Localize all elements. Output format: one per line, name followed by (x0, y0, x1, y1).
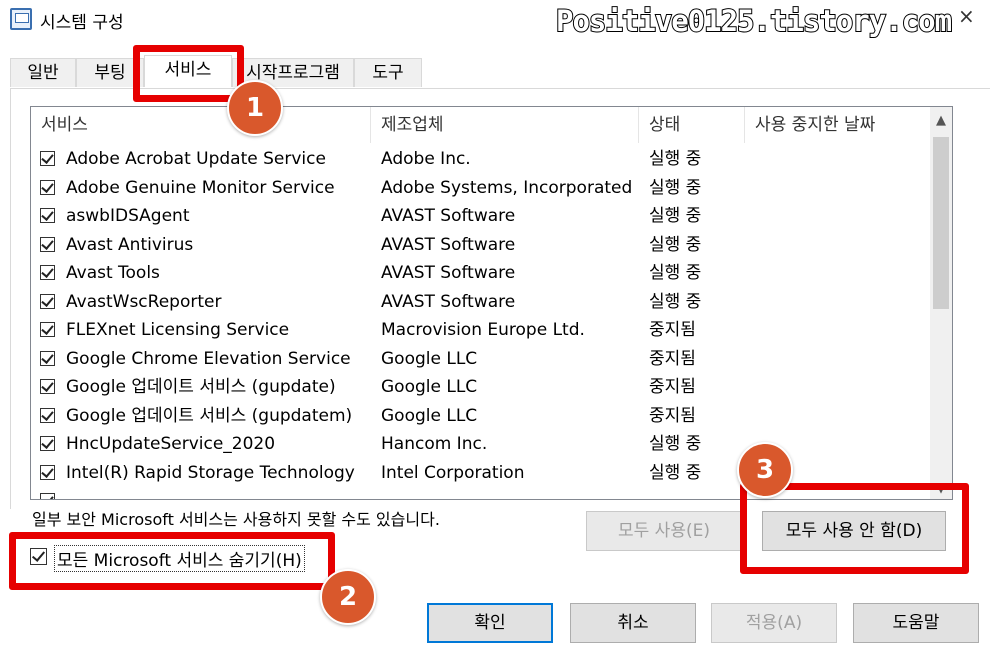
table-row[interactable]: Google 업데이트 서비스 (gupdate) Google LLC 중지됨 (31, 373, 921, 401)
window-title: 시스템 구성 (40, 13, 124, 33)
service-name: Intel(R) Rapid Storage Technology (66, 462, 355, 483)
table-row[interactable]: Google 업데이트 서비스 (gupdatem) Google LLC 중지… (31, 402, 921, 430)
table-row[interactable]: Avast Tools AVAST Software 실행 중 (31, 259, 921, 287)
column-header-service[interactable]: 서비스 (31, 107, 371, 143)
cancel-button[interactable]: 취소 (570, 603, 696, 643)
system-config-icon (10, 8, 32, 30)
service-maker: Google LLC (381, 348, 478, 369)
services-list: 서비스 제조업체 상태 사용 중지한 날짜 Adobe Acrobat Upda… (30, 106, 953, 500)
tab-tools[interactable]: 도구 (354, 58, 422, 87)
help-button[interactable]: 도움말 (853, 603, 979, 643)
service-checkbox[interactable] (40, 322, 55, 337)
service-checkbox[interactable] (40, 350, 55, 366)
service-maker: AVAST Software (381, 234, 516, 255)
service-maker: Intel Corporation (381, 462, 525, 483)
service-maker: Google LLC (381, 377, 478, 397)
service-checkbox[interactable] (40, 379, 55, 394)
service-name: Google 업데이트 서비스 (gupdatem) (66, 405, 353, 426)
service-checkbox[interactable] (40, 179, 55, 195)
table-row[interactable]: Google Chrome Elevation Service Google L… (31, 345, 921, 373)
column-header-maker[interactable]: 제조업체 (371, 107, 639, 143)
service-status: 실행 중 (649, 434, 702, 454)
service-status: 실행 중 (649, 206, 702, 226)
service-maker: Hancom Inc. (381, 434, 488, 454)
vertical-scrollbar[interactable]: ▲ ▼ (930, 107, 952, 499)
ok-button[interactable]: 확인 (427, 603, 553, 643)
service-status: 중지됨 (649, 405, 696, 426)
apply-button[interactable]: 적용(A) (711, 603, 837, 643)
tab-general[interactable]: 일반 (10, 58, 76, 87)
service-checkbox[interactable] (40, 436, 55, 451)
security-note: 일부 보안 Microsoft 서비스는 사용하지 못할 수도 있습니다. (32, 510, 440, 529)
service-status: 실행 중 (649, 263, 702, 283)
service-status: 실행 중 (649, 234, 702, 255)
highlight-hide-microsoft (9, 532, 335, 590)
service-name: Adobe Acrobat Update Service (66, 149, 326, 169)
service-name: AvastWscReporter (66, 291, 222, 312)
service-status: 실행 중 (649, 177, 702, 198)
scroll-up-icon[interactable]: ▲ (930, 107, 952, 135)
service-name: Google 업데이트 서비스 (gupdate) (66, 377, 336, 397)
service-checkbox[interactable] (40, 407, 55, 423)
scroll-thumb[interactable] (933, 137, 949, 309)
service-name: aswbIDSAgent (66, 206, 190, 226)
service-status: 실행 중 (649, 291, 702, 312)
table-row[interactable]: aswbIDSAgent AVAST Software 실행 중 (31, 202, 921, 230)
service-checkbox[interactable] (40, 293, 55, 309)
service-checkbox[interactable] (40, 208, 55, 223)
service-maker: AVAST Software (381, 291, 516, 312)
service-name: HncUpdateService_2020 (66, 434, 276, 454)
title-bar: 시스템 구성 × Positive0125.tistory.com (0, 0, 990, 40)
service-status: 중지됨 (649, 348, 696, 369)
service-checkbox[interactable] (40, 464, 55, 480)
service-maker: Macrovision Europe Ltd. (381, 320, 585, 340)
service-checkbox[interactable] (40, 265, 55, 280)
service-maker: AVAST Software (381, 206, 516, 226)
service-status: 실행 중 (649, 149, 702, 169)
table-row[interactable]: Adobe Genuine Monitor Service Adobe Syst… (31, 174, 921, 202)
service-maker: Adobe Systems, Incorporated (381, 177, 633, 198)
service-name: Google Chrome Elevation Service (66, 348, 351, 369)
step-badge-3: 3 (737, 442, 793, 498)
table-row[interactable]: Adobe Acrobat Update Service Adobe Inc. … (31, 145, 921, 173)
service-status: 중지됨 (649, 320, 696, 340)
table-row[interactable]: FLEXnet Licensing Service Macrovision Eu… (31, 316, 921, 344)
service-checkbox[interactable] (40, 151, 55, 166)
table-row[interactable]: AvastWscReporter AVAST Software 실행 중 (31, 288, 921, 316)
tab-services[interactable]: 서비스 (144, 55, 232, 87)
service-checkbox[interactable] (40, 493, 55, 499)
highlight-disable-all (740, 483, 969, 574)
service-maker: Adobe Inc. (381, 149, 471, 169)
enable-all-button[interactable]: 모두 사용(E) (586, 511, 742, 551)
watermark: Positive0125.tistory.com (555, 3, 953, 39)
column-header-status[interactable]: 상태 (639, 107, 745, 143)
column-header-disabled-date[interactable]: 사용 중지한 날짜 (745, 107, 921, 143)
step-badge-1: 1 (227, 80, 283, 136)
close-icon[interactable]: × (958, 4, 975, 28)
service-maker: Google LLC (381, 405, 478, 426)
service-name: Avast Antivirus (66, 234, 194, 255)
service-checkbox[interactable] (40, 236, 55, 252)
service-name: FLEXnet Licensing Service (66, 320, 290, 340)
step-badge-2: 2 (320, 569, 376, 625)
service-maker: AVAST Software (381, 263, 516, 283)
service-status: 중지됨 (649, 377, 696, 397)
service-status: 실행 중 (649, 462, 702, 483)
service-name: Adobe Genuine Monitor Service (66, 177, 335, 198)
table-row[interactable]: Avast Antivirus AVAST Software 실행 중 (31, 231, 921, 259)
service-name: Avast Tools (66, 263, 160, 283)
